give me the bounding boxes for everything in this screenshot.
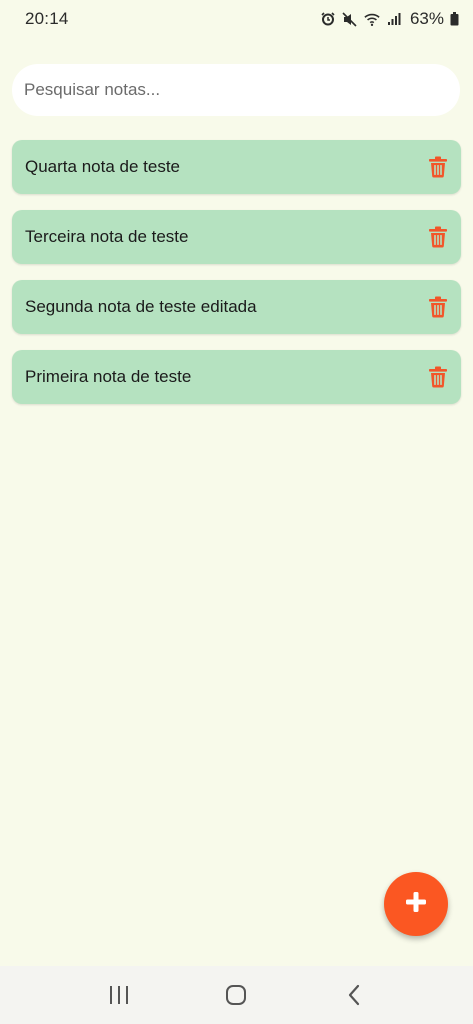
note-item[interactable]: Segunda nota de teste editada [12, 280, 461, 334]
note-title: Segunda nota de teste editada [25, 297, 257, 316]
trash-icon[interactable] [425, 154, 451, 180]
battery-percent: 63% [409, 9, 444, 28]
plus-icon [405, 891, 427, 918]
trash-icon[interactable] [425, 294, 451, 320]
note-title: Primeira nota de teste [25, 367, 192, 386]
trash-icon[interactable] [425, 364, 451, 390]
battery-icon [450, 11, 459, 27]
note-title: Quarta nota de teste [25, 157, 180, 176]
note-title: Terceira nota de teste [25, 227, 189, 246]
notes-list: Quarta nota de teste Terceira nota de te… [12, 140, 461, 420]
signal-icon [386, 11, 402, 27]
system-nav-bar [0, 966, 473, 1024]
search-bar[interactable] [12, 64, 460, 116]
add-note-button[interactable] [384, 872, 448, 936]
recent-apps-icon[interactable] [99, 975, 139, 1015]
note-item[interactable]: Primeira nota de teste [12, 350, 461, 404]
note-item[interactable]: Quarta nota de teste [12, 140, 461, 194]
note-item[interactable]: Terceira nota de teste [12, 210, 461, 264]
status-time: 20:14 [25, 9, 69, 28]
notes-screen: 20:14 63% Quarta nota de teste [0, 0, 473, 1024]
search-input[interactable] [24, 80, 448, 100]
trash-icon[interactable] [425, 224, 451, 250]
status-icons: 63% [320, 9, 459, 29]
alarm-icon [320, 11, 336, 27]
home-icon[interactable] [216, 975, 256, 1015]
status-bar: 20:14 63% [0, 0, 473, 38]
wifi-icon [364, 11, 380, 27]
mute-icon [342, 11, 358, 27]
back-icon[interactable] [334, 975, 374, 1015]
